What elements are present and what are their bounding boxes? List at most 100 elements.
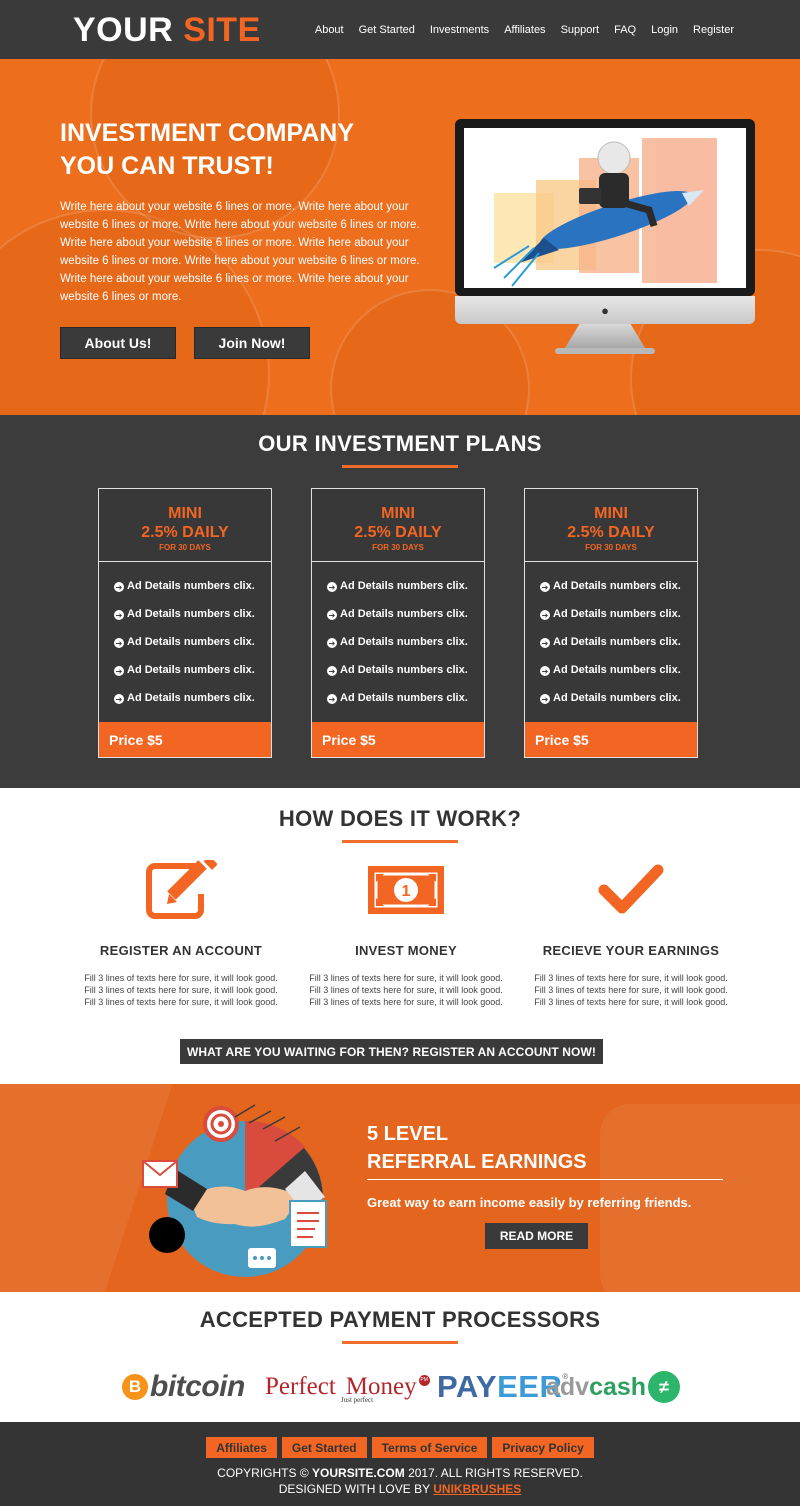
designed-prefix: DESIGNED WITH LOVE BY [278, 1482, 430, 1496]
site-header: YOUR SITE About Get Started Investments … [0, 0, 800, 59]
site-footer: Affiliates Get Started Terms of Service … [0, 1422, 800, 1506]
arrow-circle-icon: ➔ [327, 638, 337, 648]
arrow-circle-icon: ➔ [114, 694, 124, 704]
plan-name: MINI [168, 505, 202, 522]
svg-text:1: 1 [402, 883, 411, 900]
plan-features: ➔ Ad Details numbers clix. ➔ Ad Details nu… [312, 562, 484, 720]
monitor-stand [565, 324, 645, 348]
payments-title: ACCEPTED PAYMENT PROCESSORS [199, 1307, 601, 1332]
hero-title: INVESTMENT COMPANY YOU CAN TRUST! [60, 117, 440, 183]
footer-link-get-started[interactable]: Get Started [281, 1437, 367, 1458]
plan-header: MINI 2.5% DAILY FOR 30 DAYS [525, 489, 697, 562]
copyright: COPYRIGHTS © YOURSITE.COM 2017. ALL RIGH… [0, 1465, 800, 1497]
footer-link-affiliates[interactable]: Affiliates [206, 1437, 277, 1458]
plan-feature: ➔ Ad Details numbers clix. [114, 608, 255, 620]
footer-link-terms[interactable]: Terms of Service [371, 1437, 488, 1458]
arrow-circle-icon: ➔ [540, 694, 550, 704]
plan-name: MINI [381, 505, 415, 522]
step-text: Fill 3 lines of texts here for sure, it … [309, 973, 503, 1007]
referral-divider [367, 1179, 723, 1180]
perfect-money-tagline: Just perfect [341, 1396, 374, 1404]
plan-feature: ➔ Ad Details numbers clix. [327, 692, 468, 704]
plan-feature: ➔ Ad Details numbers clix. [114, 664, 255, 676]
how-it-works-section: HOW DOES IT WORK? REGISTER AN ACCOUNT Fi… [0, 788, 800, 1084]
nav-get-started[interactable]: Get Started [359, 24, 415, 36]
plan-feature: ➔ Ad Details numbers clix. [540, 608, 681, 620]
site-logo[interactable]: YOUR SITE [73, 13, 261, 47]
nav-about[interactable]: About [315, 24, 344, 36]
advcash-part1: adv [546, 1372, 590, 1401]
plan-features: ➔ Ad Details numbers clix. ➔ Ad Details nu… [99, 562, 271, 720]
money-icon: 1 [306, 860, 506, 920]
plan-feature: ➔ Ad Details numbers clix. [114, 692, 255, 704]
plan-duration: FOR 30 DAYS [159, 543, 211, 552]
referral-section: 5 LEVEL REFERRAL EARNINGS Great way to e… [0, 1084, 800, 1292]
step-title: INVEST MONEY [355, 943, 457, 958]
handshake-illustration-icon [142, 1104, 327, 1277]
plan-price[interactable]: Price $5 [312, 722, 484, 757]
plan-card[interactable]: MINI 2.5% DAILY FOR 30 DAYS ➔ Ad Details … [524, 488, 698, 758]
referral-text: Great way to earn income easily by refer… [367, 1195, 692, 1210]
arrow-circle-icon: ➔ [327, 582, 337, 592]
main-nav: About Get Started Investments Affiliates… [315, 24, 734, 36]
logo-primary: YOUR [73, 10, 174, 49]
hero-section: INVESTMENT COMPANY YOU CAN TRUST! Write … [0, 59, 800, 415]
logo-accent: SITE [183, 10, 261, 49]
advcash-icon: ≠ [648, 1371, 681, 1403]
read-more-button[interactable]: READ MORE [485, 1223, 588, 1249]
plan-feature: ➔ Ad Details numbers clix. [327, 636, 468, 648]
plan-feature: ➔ Ad Details numbers clix. [540, 692, 681, 704]
step-invest: 1 INVEST MONEY Fill 3 lines of texts her… [306, 860, 506, 1008]
step-title: REGISTER AN ACCOUNT [99, 943, 263, 958]
advcash-logo: advcash ≠ [546, 1362, 681, 1412]
payment-logos: B bitcoin Perfect Money PM Just perfect … [0, 1362, 800, 1412]
nav-investments[interactable]: Investments [430, 24, 489, 36]
plan-rate: 2.5% DAILY [354, 524, 442, 541]
plan-price[interactable]: Price $5 [525, 722, 697, 757]
nav-register[interactable]: Register [693, 24, 734, 36]
referral-title-line1: 5 LEVEL [367, 1123, 449, 1145]
plan-rate: 2.5% DAILY [567, 524, 655, 541]
footer-links: Affiliates Get Started Terms of Service … [0, 1437, 800, 1458]
nav-affiliates[interactable]: Affiliates [504, 24, 545, 36]
check-icon [531, 860, 731, 920]
step-text: Fill 3 lines of texts here for sure, it … [534, 973, 728, 1007]
nav-login[interactable]: Login [651, 24, 678, 36]
join-now-button[interactable]: Join Now! [194, 327, 310, 359]
title-underline [342, 840, 458, 843]
plan-feature: ➔ Ad Details numbers clix. [540, 664, 681, 676]
plan-name: MINI [594, 505, 628, 522]
monitor-base [555, 348, 655, 354]
plan-feature: ➔ Ad Details numbers clix. [114, 580, 255, 592]
about-us-button[interactable]: About Us! [60, 327, 176, 359]
nav-support[interactable]: Support [561, 24, 600, 36]
plan-feature: ➔ Ad Details numbers clix. [327, 608, 468, 620]
designer-link[interactable]: UNIKBRUSHES [433, 1482, 521, 1496]
plan-rate: 2.5% DAILY [141, 524, 229, 541]
arrow-circle-icon: ➔ [540, 582, 550, 592]
plan-feature: ➔ Ad Details numbers clix. [114, 636, 255, 648]
payment-processors-section: ACCEPTED PAYMENT PROCESSORS B bitcoin Pe… [0, 1292, 800, 1422]
monitor-screen [464, 128, 746, 288]
plan-card[interactable]: MINI 2.5% DAILY FOR 30 DAYS ➔ Ad Details … [311, 488, 485, 758]
plan-header: MINI 2.5% DAILY FOR 30 DAYS [312, 489, 484, 562]
plans-title: OUR INVESTMENT PLANS [258, 431, 542, 456]
plan-duration: FOR 30 DAYS [585, 543, 637, 552]
plan-feature: ➔ Ad Details numbers clix. [540, 636, 681, 648]
arrow-circle-icon: ➔ [327, 666, 337, 676]
monitor-illustration: ● [455, 119, 755, 359]
step-text: Fill 3 lines of texts here for sure, it … [84, 973, 278, 1007]
plan-card[interactable]: MINI 2.5% DAILY FOR 30 DAYS ➔ Ad Details … [98, 488, 272, 758]
perfect-money-logo: Perfect Money PM Just perfect [265, 1362, 435, 1412]
step-earnings: RECIEVE YOUR EARNINGS Fill 3 lines of te… [531, 860, 731, 1008]
nav-faq[interactable]: FAQ [614, 24, 636, 36]
arrow-circle-icon: ➔ [540, 638, 550, 648]
register-cta-button[interactable]: WHAT ARE YOU WAITING FOR THEN? REGISTER … [180, 1039, 603, 1064]
plan-feature: ➔ Ad Details numbers clix. [327, 664, 468, 676]
plan-price[interactable]: Price $5 [99, 722, 271, 757]
arrow-circle-icon: ➔ [114, 666, 124, 676]
perfect-money-word1: Perfect [265, 1373, 336, 1400]
arrow-circle-icon: ➔ [540, 666, 550, 676]
copyright-prefix: COPYRIGHTS © [217, 1466, 309, 1480]
footer-link-privacy[interactable]: Privacy Policy [492, 1437, 594, 1458]
